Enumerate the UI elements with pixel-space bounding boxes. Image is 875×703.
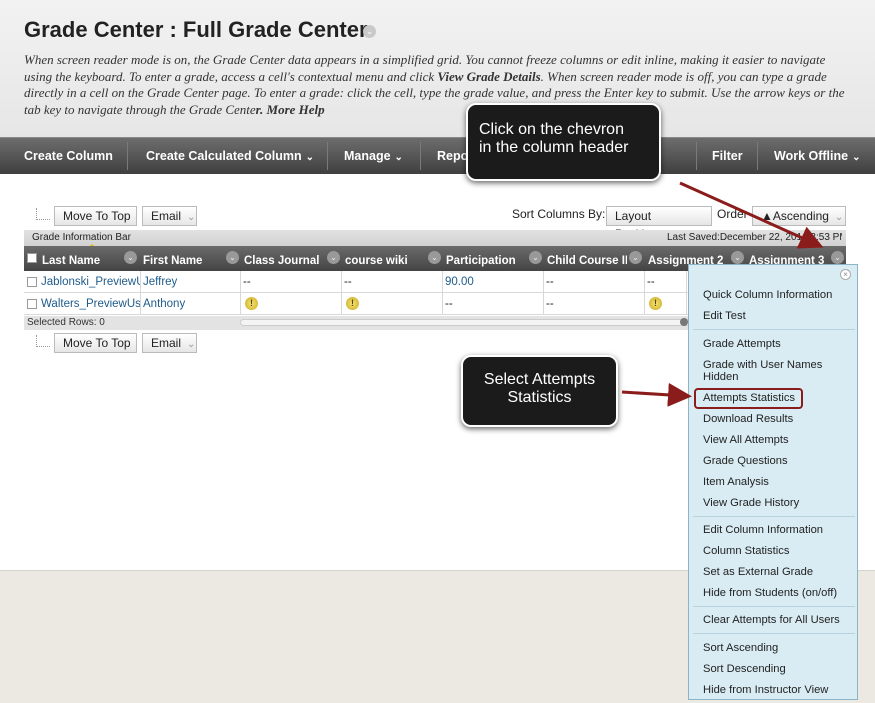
annotation-arrows (621, 181, 824, 407)
arrow-to-attempts-statistics (621, 382, 692, 407)
arrow-to-chevron (679, 181, 824, 249)
